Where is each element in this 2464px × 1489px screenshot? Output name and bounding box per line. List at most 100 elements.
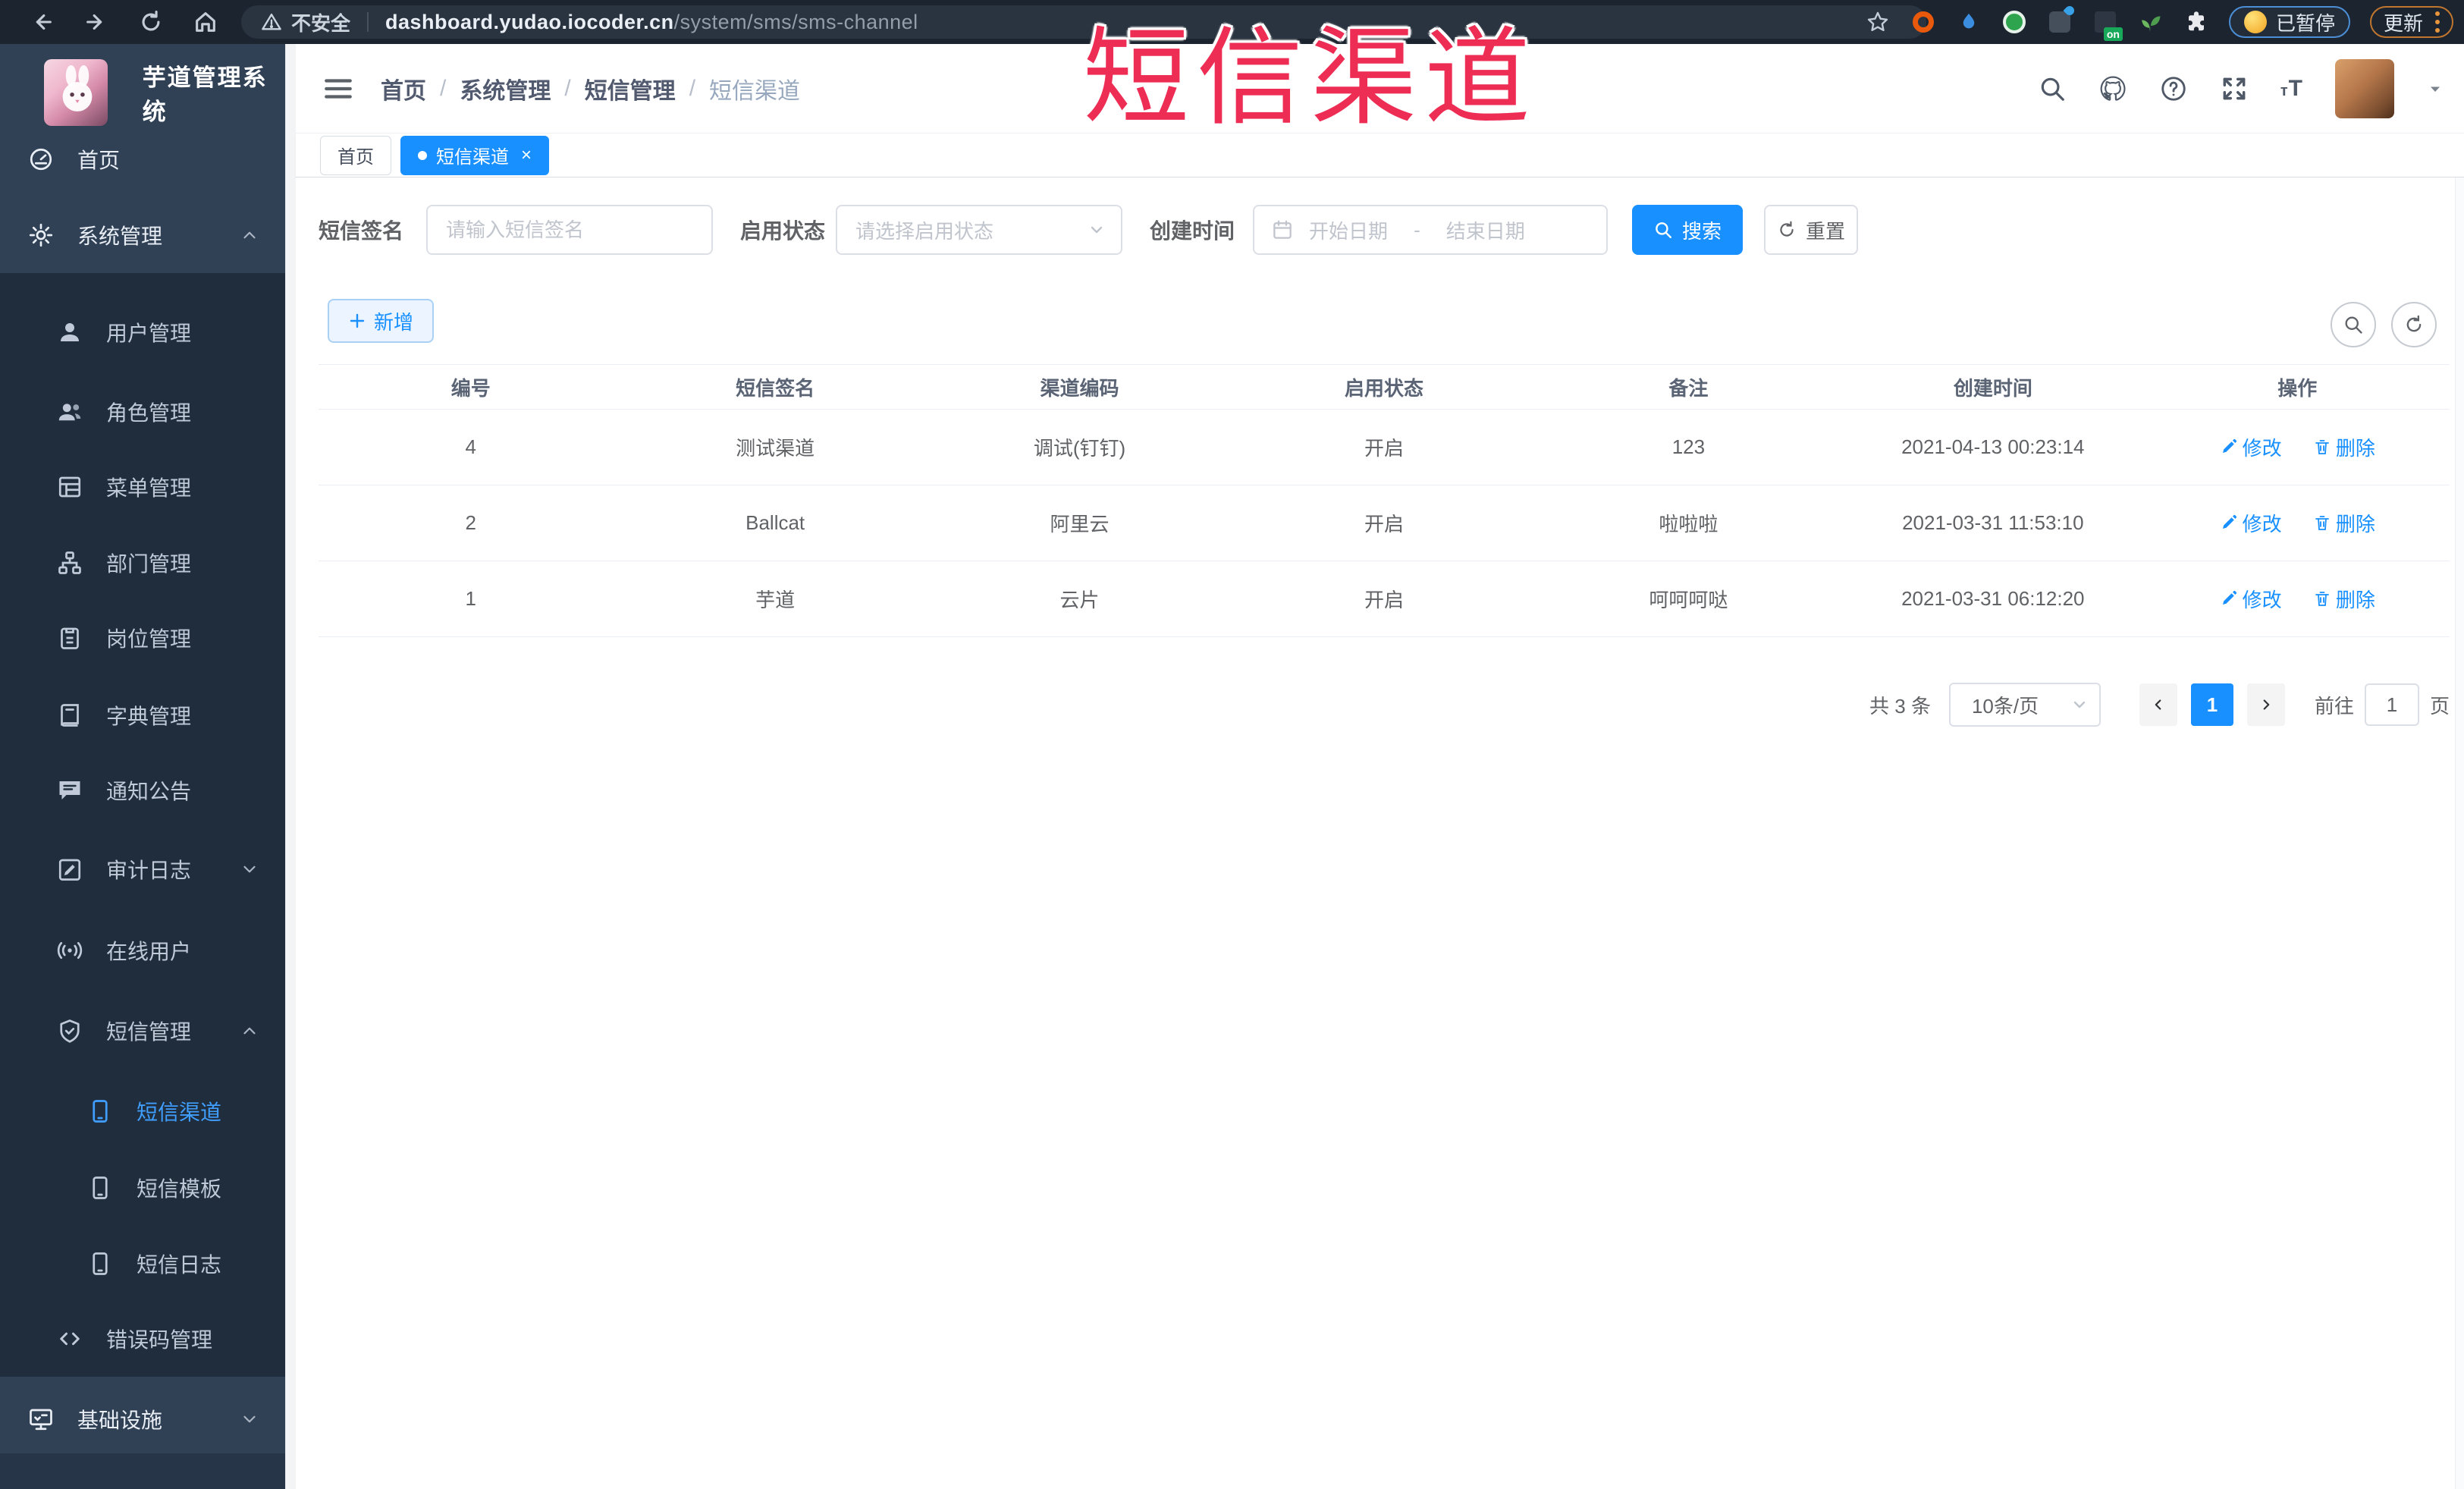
chevron-down-icon [1088,221,1106,239]
start-date-placeholder[interactable]: 开始日期 [1309,216,1388,244]
browser-reload-icon[interactable] [138,9,164,35]
help-icon[interactable] [2159,74,2188,103]
edit-pencil-icon [2220,589,2238,608]
prev-page-button[interactable] [2139,683,2177,726]
status-select[interactable]: 请选择启用状态 [836,205,1123,255]
dictionary-book-icon [56,702,83,729]
sidebar-item-label: 在线用户 [106,940,192,963]
security-chip-label[interactable]: 不安全 [291,8,350,36]
tab-home[interactable]: 首页 [320,135,391,175]
chevron-up-icon [240,225,259,245]
sidebar-item-sms-template[interactable]: 短信模板 [0,1150,285,1226]
breadcrumb-system[interactable]: 系统管理 [460,72,551,105]
edit-link[interactable]: 修改 [2220,585,2282,613]
breadcrumb-sms[interactable]: 短信管理 [585,72,676,105]
end-date-placeholder[interactable]: 结束日期 [1446,216,1525,244]
monitor-icon [27,1406,55,1433]
toggle-search-button[interactable] [2331,302,2376,347]
font-size-icon[interactable]: тT [2280,76,2303,102]
refresh-table-button[interactable] [2391,302,2437,347]
bookmark-star-icon[interactable] [1865,9,1891,35]
app-logo-row[interactable]: 芋道管理系统 [0,53,285,132]
browser-back-icon[interactable] [29,9,55,35]
browser-update-button[interactable]: 更新 [2369,6,2453,38]
sidebar-item-error-code[interactable]: 错误码管理 [0,1301,285,1377]
sidebar-item-audit-log[interactable]: 审计日志 [0,831,285,907]
content-scrollbar[interactable] [2455,177,2464,1489]
tree-table-icon [56,473,83,501]
sidebar-item-sms-management[interactable]: 短信管理 [0,993,285,1069]
table-row: 2 Ballcat 阿里云 开启 啦啦啦 2021-03-31 11:53:10… [319,485,2450,561]
sidebar-item-notice[interactable]: 通知公告 [0,752,285,828]
trash-icon [2313,589,2331,608]
header-search-icon[interactable] [2038,74,2067,103]
sidebar-item-label: 部门管理 [106,552,192,576]
extension-gray-square-icon[interactable] [2047,9,2073,35]
sidebar-item-label: 审计日志 [106,859,192,882]
sms-sign-input[interactable] [426,205,714,255]
edit-link[interactable]: 修改 [2220,433,2282,461]
extension-green-circle-icon[interactable] [2001,9,2027,35]
search-button[interactable]: 搜索 [1632,205,1744,255]
trash-icon [2313,438,2331,456]
sidebar-scrollbar[interactable] [285,44,296,1489]
pagination-total: 共 3 条 [1869,694,1931,718]
extension-dark-on-icon[interactable]: on [2092,9,2123,41]
page-size-select[interactable]: 10条/页 [1948,683,2101,727]
date-range-picker[interactable]: 开始日期 - 结束日期 [1253,205,1609,255]
col-sign: 短信签名 [736,376,815,400]
url-host: dashboard.yudao.iocoder.cn [385,10,674,33]
sidebar-item-infrastructure[interactable]: 基础设施 [0,1381,285,1457]
browser-menu-kebab-icon[interactable] [2435,11,2440,33]
extension-orange-ring-icon[interactable] [1910,9,1936,35]
sidebar-item-label: 错误码管理 [106,1328,213,1352]
sidebar-item-home[interactable]: 首页 [0,121,285,197]
shield-check-icon [56,1017,83,1044]
table-row: 1 芋道 云片 开启 呵呵呵哒 2021-03-31 06:12:20 修改 删… [319,561,2450,637]
refresh-icon [1777,220,1797,240]
extension-plant-icon[interactable] [2138,9,2164,35]
message-bubble-icon [56,777,83,804]
tab-sms-channel[interactable]: 短信渠道 × [400,135,550,175]
sidebar-item-label: 系统管理 [77,225,163,248]
profile-paused-chip[interactable]: 已暂停 [2228,6,2350,38]
tab-close-icon[interactable]: × [521,146,532,165]
pagination: 共 3 条 10条/页 1 前往 页 [1869,683,2450,727]
phone-icon [86,1098,114,1125]
reset-button[interactable]: 重置 [1764,205,1859,255]
sidebar-item-dict[interactable]: 字典管理 [0,677,285,753]
add-button[interactable]: 新增 [328,299,434,343]
browser-forward-icon[interactable] [83,9,109,35]
sidebar-item-sms-channel[interactable]: 短信渠道 [0,1073,285,1149]
sidebar-item-menus[interactable]: 菜单管理 [0,449,285,525]
sidebar-item-posts[interactable]: 岗位管理 [0,600,285,676]
delete-link[interactable]: 删除 [2313,509,2375,537]
sidebar-item-users[interactable]: 用户管理 [0,294,285,370]
edit-link[interactable]: 修改 [2220,509,2282,537]
avatar-caret-down-icon[interactable] [2426,80,2444,98]
page-number-1[interactable]: 1 [2190,683,2233,726]
fullscreen-icon[interactable] [2220,74,2249,103]
sidebar-item-sms-log[interactable]: 短信日志 [0,1226,285,1302]
sidebar-item-departments[interactable]: 部门管理 [0,525,285,601]
sidebar-item-system[interactable]: 系统管理 [0,197,285,273]
extensions-puzzle-icon[interactable] [2183,9,2209,35]
breadcrumb-home[interactable]: 首页 [381,72,426,105]
sidebar-item-online-users[interactable]: 在线用户 [0,913,285,988]
extension-blue-drop-icon[interactable] [1956,9,1982,35]
page-url[interactable]: dashboard.yudao.iocoder.cn/system/sms/sm… [385,11,918,34]
github-icon[interactable] [2098,74,2127,103]
delete-link[interactable]: 删除 [2313,433,2375,461]
sidebar-item-roles[interactable]: 角色管理 [0,374,285,450]
browser-home-icon[interactable] [193,9,218,35]
sidebar-item-label: 基础设施 [77,1409,163,1432]
sidebar-collapse-icon[interactable] [322,73,355,105]
post-badge-icon [56,624,83,652]
delete-link[interactable]: 删除 [2313,585,2375,613]
edit-pencil-icon [2220,438,2238,456]
gear-icon [27,221,55,249]
next-page-button[interactable] [2246,683,2285,726]
user-avatar[interactable] [2335,59,2394,118]
goto-page-input[interactable] [2364,683,2419,726]
chevron-down-icon [2070,696,2089,714]
